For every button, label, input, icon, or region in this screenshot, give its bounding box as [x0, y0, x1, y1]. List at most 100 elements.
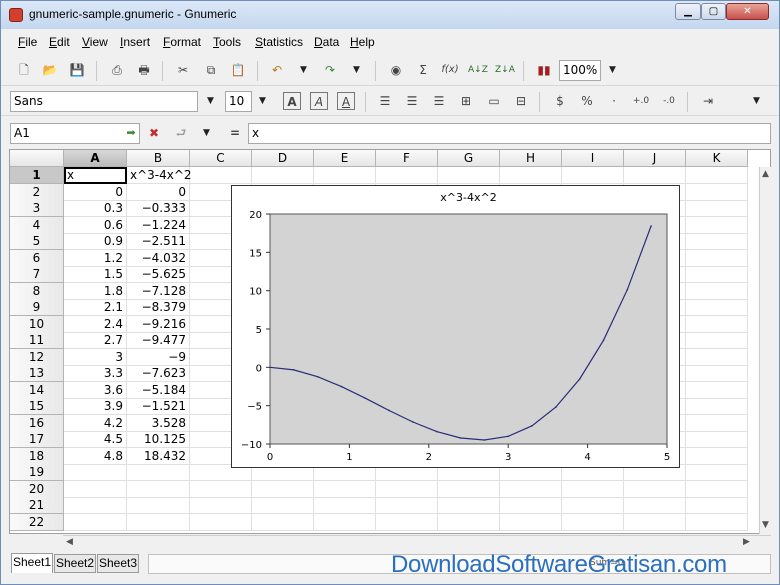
toolbar-overflow-icon[interactable]: ▼ [753, 96, 760, 106]
cell-d1[interactable] [252, 167, 314, 184]
goto-icon[interactable]: ➡ [122, 124, 140, 142]
cell-a11[interactable]: 2.7 [64, 332, 127, 349]
column-header-i[interactable]: I [562, 150, 624, 167]
row-header-5[interactable]: 5 [10, 233, 64, 250]
cell-e21[interactable] [314, 497, 376, 514]
cell-a15[interactable]: 3.9 [64, 398, 127, 415]
split-cells-icon[interactable]: ⊟ [512, 92, 530, 110]
scroll-down-icon[interactable]: ▼ [762, 520, 769, 530]
cell-a17[interactable]: 4.5 [64, 431, 127, 448]
cell-b15[interactable]: −1.521 [127, 398, 190, 415]
cell-b16[interactable]: 3.528 [127, 414, 190, 432]
print-icon[interactable]: ⎙ [108, 61, 126, 79]
row-header-18[interactable]: 18 [10, 447, 64, 465]
cell-a5[interactable]: 0.9 [64, 233, 127, 250]
cell-a2[interactable]: 0 [64, 183, 127, 201]
cell-h22[interactable] [500, 513, 562, 531]
row-header-2[interactable]: 2 [10, 183, 64, 201]
cell-k14[interactable] [686, 381, 748, 399]
cell-k18[interactable] [686, 447, 748, 465]
column-header-c[interactable]: C [190, 150, 252, 167]
cell-a10[interactable]: 2.4 [64, 315, 127, 333]
select-all-corner[interactable] [10, 150, 64, 167]
scroll-right-icon[interactable]: ▶ [743, 537, 750, 547]
menu-statistics[interactable]: Statistics [255, 35, 303, 49]
cell-a8[interactable]: 1.8 [64, 282, 127, 300]
cell-d20[interactable] [252, 480, 314, 498]
horizontal-scrollbar[interactable]: ◀ ▶ [63, 535, 771, 549]
cell-c20[interactable] [190, 480, 252, 498]
cell-f21[interactable] [376, 497, 438, 514]
row-header-13[interactable]: 13 [10, 365, 64, 382]
row-header-17[interactable]: 17 [10, 431, 64, 448]
cell-a6[interactable]: 1.2 [64, 249, 127, 267]
formula-input[interactable]: x [248, 123, 771, 144]
cell-a16[interactable]: 4.2 [64, 414, 127, 432]
cell-f22[interactable] [376, 513, 438, 531]
percent-format-icon[interactable]: % [578, 92, 596, 110]
cell-d21[interactable] [252, 497, 314, 514]
bold-icon[interactable]: A [283, 92, 301, 110]
menu-file[interactable]: File [18, 35, 37, 49]
sum-icon[interactable]: Σ [414, 61, 432, 79]
row-header-6[interactable]: 6 [10, 249, 64, 267]
sort-descending-icon[interactable]: Z↓A [495, 61, 515, 79]
cut-icon[interactable]: ✂ [174, 61, 192, 79]
cell-i1[interactable] [562, 167, 624, 184]
font-size-dropdown-icon[interactable]: ▼ [259, 96, 266, 106]
cell-k8[interactable] [686, 282, 748, 300]
cell-k11[interactable] [686, 332, 748, 349]
row-header-19[interactable]: 19 [10, 464, 64, 481]
row-header-11[interactable]: 11 [10, 332, 64, 349]
cell-b18[interactable]: 18.432 [127, 447, 190, 465]
cell-g20[interactable] [438, 480, 500, 498]
row-header-16[interactable]: 16 [10, 414, 64, 432]
cell-k17[interactable] [686, 431, 748, 448]
row-header-8[interactable]: 8 [10, 282, 64, 300]
row-header-4[interactable]: 4 [10, 216, 64, 234]
cell-k5[interactable] [686, 233, 748, 250]
row-header-1[interactable]: 1 [10, 167, 64, 184]
column-header-a[interactable]: A [64, 150, 127, 167]
increase-decimals-icon[interactable]: +.0 [632, 92, 650, 110]
cell-i22[interactable] [562, 513, 624, 531]
cell-k3[interactable] [686, 200, 748, 217]
undo-icon[interactable]: ↶ [268, 61, 286, 79]
cell-a12[interactable]: 3 [64, 348, 127, 366]
cell-h1[interactable] [500, 167, 562, 184]
hyperlink-globe-icon[interactable]: ◉ [387, 61, 405, 79]
column-header-g[interactable]: G [438, 150, 500, 167]
zoom-dropdown-icon[interactable]: ▼ [609, 65, 616, 75]
cell-b13[interactable]: −7.623 [127, 365, 190, 382]
cell-b17[interactable]: 10.125 [127, 431, 190, 448]
cell-a3[interactable]: 0.3 [64, 200, 127, 217]
maximize-button[interactable]: ▢ [701, 3, 726, 20]
menu-insert[interactable]: Insert [120, 35, 150, 49]
row-header-22[interactable]: 22 [10, 513, 64, 531]
align-center-icon[interactable]: ☰ [403, 92, 421, 110]
cell-k4[interactable] [686, 216, 748, 234]
cell-b10[interactable]: −9.216 [127, 315, 190, 333]
scroll-left-icon[interactable]: ◀ [66, 537, 73, 547]
cell-a19[interactable] [64, 464, 127, 481]
paste-icon[interactable]: 📋 [229, 61, 247, 79]
zoom-field[interactable]: 100% [559, 60, 601, 81]
cell-j20[interactable] [624, 480, 686, 498]
accept-edit-icon[interactable]: ⮐ [172, 124, 190, 142]
cell-h21[interactable] [500, 497, 562, 514]
cell-h20[interactable] [500, 480, 562, 498]
cell-b3[interactable]: −0.333 [127, 200, 190, 217]
menu-help[interactable]: Help [350, 35, 375, 49]
cell-a22[interactable] [64, 513, 127, 531]
align-left-icon[interactable]: ☰ [376, 92, 394, 110]
cell-f20[interactable] [376, 480, 438, 498]
cell-k12[interactable] [686, 348, 748, 366]
minimize-button[interactable]: ▁ [675, 3, 701, 20]
thousands-separator-icon[interactable]: · [605, 92, 623, 110]
cell-a21[interactable] [64, 497, 127, 514]
align-right-icon[interactable]: ☰ [430, 92, 448, 110]
column-header-e[interactable]: E [314, 150, 376, 167]
cell-b8[interactable]: −7.128 [127, 282, 190, 300]
column-header-j[interactable]: J [624, 150, 686, 167]
redo-icon[interactable]: ↷ [321, 61, 339, 79]
